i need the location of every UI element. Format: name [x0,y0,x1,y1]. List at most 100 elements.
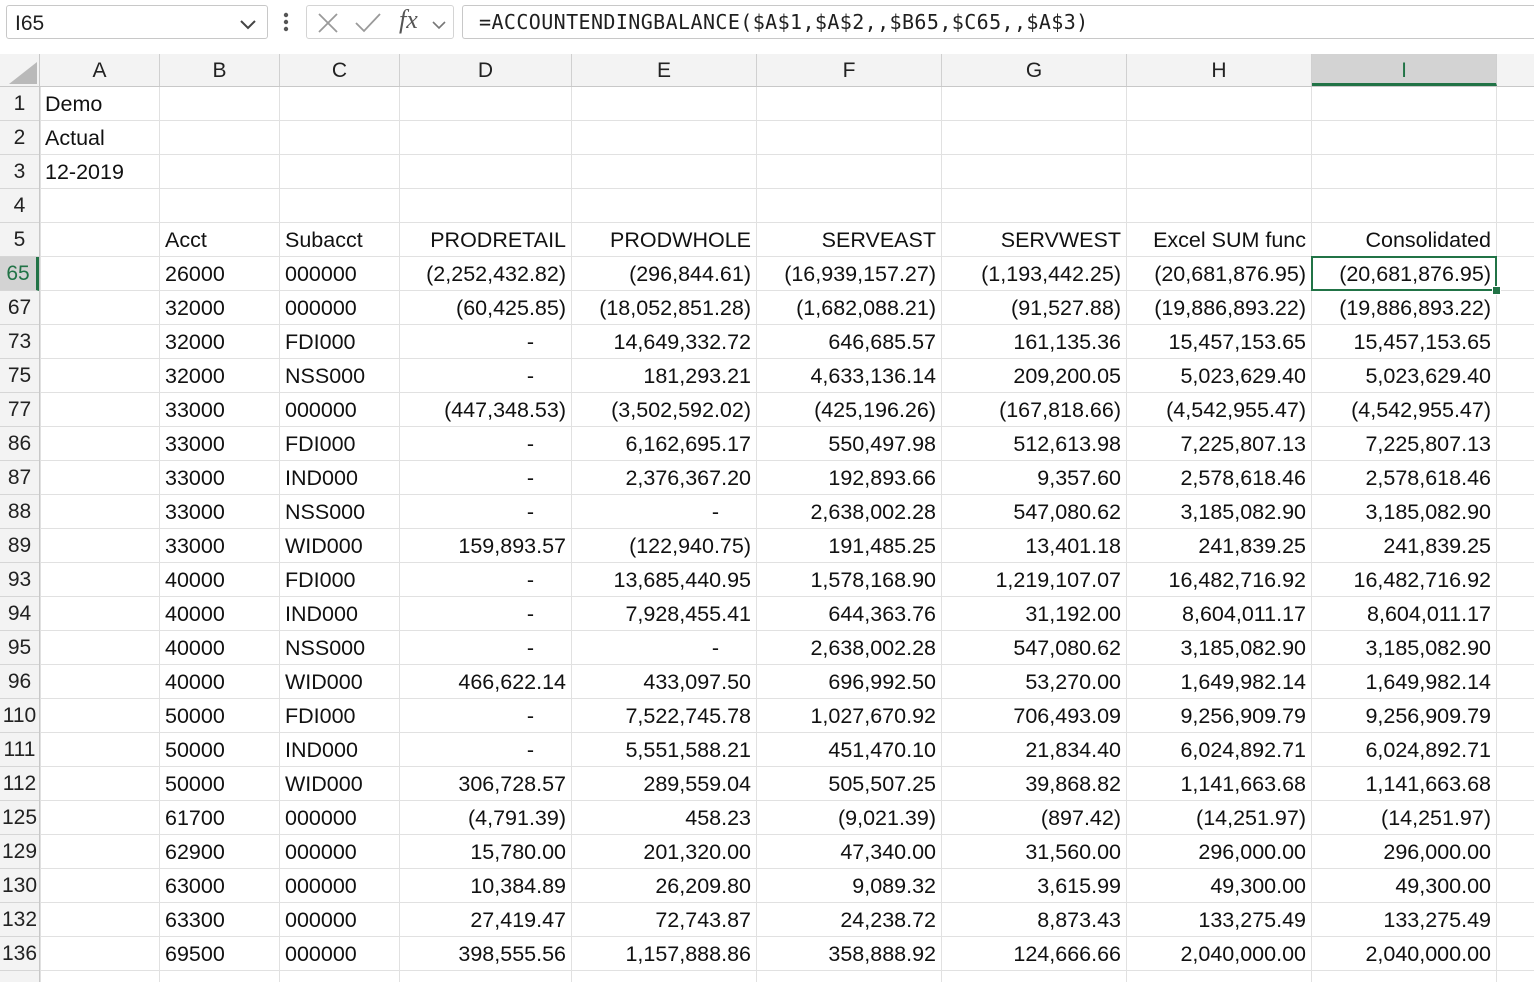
cell-b88[interactable]: 33000 [160,495,280,529]
cell-d136[interactable]: 398,555.56 [400,937,572,971]
cell-d110[interactable]: - [400,699,572,733]
cell-e65[interactable]: (296,844.61) [572,257,757,291]
column-header-d[interactable]: D [400,54,572,86]
row-header-3[interactable]: 3 [0,155,39,189]
cell-h5[interactable]: Excel SUM func [1127,223,1312,257]
cell-d95[interactable]: - [400,631,572,665]
cell-h94[interactable]: 8,604,011.17 [1127,597,1312,631]
cell-c75[interactable]: NSS000 [280,359,400,393]
cell-i132[interactable]: 133,275.49 [1312,903,1497,937]
cell-e111[interactable]: 5,551,588.21 [572,733,757,767]
cell-c89[interactable]: WID000 [280,529,400,563]
row-header-96[interactable]: 96 [0,665,39,699]
cell-g110[interactable]: 706,493.09 [942,699,1127,733]
cell-e130[interactable]: 26,209.80 [572,869,757,903]
cell-i125[interactable]: (14,251.97) [1312,801,1497,835]
row-header-65[interactable]: 65 [0,257,39,291]
cell-i65[interactable]: (20,681,876.95) [1312,257,1497,291]
row-header-67[interactable]: 67 [0,291,39,325]
cell-d129[interactable]: 15,780.00 [400,835,572,869]
column-header-f[interactable]: F [757,54,942,86]
name-box[interactable]: I65 [6,5,268,39]
cell-h111[interactable]: 6,024,892.71 [1127,733,1312,767]
cell-i75[interactable]: 5,023,629.40 [1312,359,1497,393]
cell-d73[interactable]: - [400,325,572,359]
cell-c129[interactable]: 000000 [280,835,400,869]
cell-b93[interactable]: 40000 [160,563,280,597]
row-header-129[interactable]: 129 [0,835,39,869]
cell-c132[interactable]: 000000 [280,903,400,937]
cell-i67[interactable]: (19,886,893.22) [1312,291,1497,325]
cell-a1[interactable]: Demo [40,87,160,121]
row-header-110[interactable]: 110 [0,699,39,733]
row-header-112[interactable]: 112 [0,767,39,801]
cell-c5[interactable]: Subacct [280,223,400,257]
cell-d125[interactable]: (4,791.39) [400,801,572,835]
cell-d94[interactable]: - [400,597,572,631]
fill-handle[interactable] [1492,286,1501,295]
cell-g86[interactable]: 512,613.98 [942,427,1127,461]
cell-i136[interactable]: 2,040,000.00 [1312,937,1497,971]
cell-b96[interactable]: 40000 [160,665,280,699]
row-header-88[interactable]: 88 [0,495,39,529]
row-header-86[interactable]: 86 [0,427,39,461]
cell-g65[interactable]: (1,193,442.25) [942,257,1127,291]
row-header-89[interactable]: 89 [0,529,39,563]
cell-b112[interactable]: 50000 [160,767,280,801]
cell-d89[interactable]: 159,893.57 [400,529,572,563]
cell-g130[interactable]: 3,615.99 [942,869,1127,903]
cell-i111[interactable]: 6,024,892.71 [1312,733,1497,767]
row-header-73[interactable]: 73 [0,325,39,359]
cell-d67[interactable]: (60,425.85) [400,291,572,325]
cell-i77[interactable]: (4,542,955.47) [1312,393,1497,427]
cell-b111[interactable]: 50000 [160,733,280,767]
column-header-a[interactable]: A [40,54,160,86]
cell-c111[interactable]: IND000 [280,733,400,767]
cell-i95[interactable]: 3,185,082.90 [1312,631,1497,665]
cell-g111[interactable]: 21,834.40 [942,733,1127,767]
cell-f86[interactable]: 550,497.98 [757,427,942,461]
cell-h129[interactable]: 296,000.00 [1127,835,1312,869]
cell-h89[interactable]: 241,839.25 [1127,529,1312,563]
cell-g77[interactable]: (167,818.66) [942,393,1127,427]
cell-f65[interactable]: (16,939,157.27) [757,257,942,291]
cell-i5[interactable]: Consolidated [1312,223,1497,257]
cell-d87[interactable]: - [400,461,572,495]
cell-c67[interactable]: 000000 [280,291,400,325]
cell-e125[interactable]: 458.23 [572,801,757,835]
cell-i88[interactable]: 3,185,082.90 [1312,495,1497,529]
cell-i129[interactable]: 296,000.00 [1312,835,1497,869]
cell-d5[interactable]: PRODRETAIL [400,223,572,257]
row-header-136[interactable]: 136 [0,937,39,971]
cell-c93[interactable]: FDI000 [280,563,400,597]
row-header-77[interactable]: 77 [0,393,39,427]
row-header-1[interactable]: 1 [0,87,39,121]
row-header-111[interactable]: 111 [0,733,39,767]
cell-h75[interactable]: 5,023,629.40 [1127,359,1312,393]
cell-c125[interactable]: 000000 [280,801,400,835]
more-options-icon[interactable] [278,9,294,35]
cell-d96[interactable]: 466,622.14 [400,665,572,699]
cell-d93[interactable]: - [400,563,572,597]
cell-h132[interactable]: 133,275.49 [1127,903,1312,937]
cell-e86[interactable]: 6,162,695.17 [572,427,757,461]
row-header-87[interactable]: 87 [0,461,39,495]
cell-b130[interactable]: 63000 [160,869,280,903]
cell-b5[interactable]: Acct [160,223,280,257]
row-header-4[interactable]: 4 [0,189,39,223]
cell-b75[interactable]: 32000 [160,359,280,393]
chevron-down-icon[interactable] [239,18,257,36]
cell-h77[interactable]: (4,542,955.47) [1127,393,1312,427]
cell-f111[interactable]: 451,470.10 [757,733,942,767]
cell-b77[interactable]: 33000 [160,393,280,427]
cell-c88[interactable]: NSS000 [280,495,400,529]
row-header-75[interactable]: 75 [0,359,39,393]
cell-c136[interactable]: 000000 [280,937,400,971]
cell-h87[interactable]: 2,578,618.46 [1127,461,1312,495]
cell-d130[interactable]: 10,384.89 [400,869,572,903]
cell-c130[interactable]: 000000 [280,869,400,903]
cell-d65[interactable]: (2,252,432.82) [400,257,572,291]
cell-b67[interactable]: 32000 [160,291,280,325]
cell-g75[interactable]: 209,200.05 [942,359,1127,393]
cell-g67[interactable]: (91,527.88) [942,291,1127,325]
